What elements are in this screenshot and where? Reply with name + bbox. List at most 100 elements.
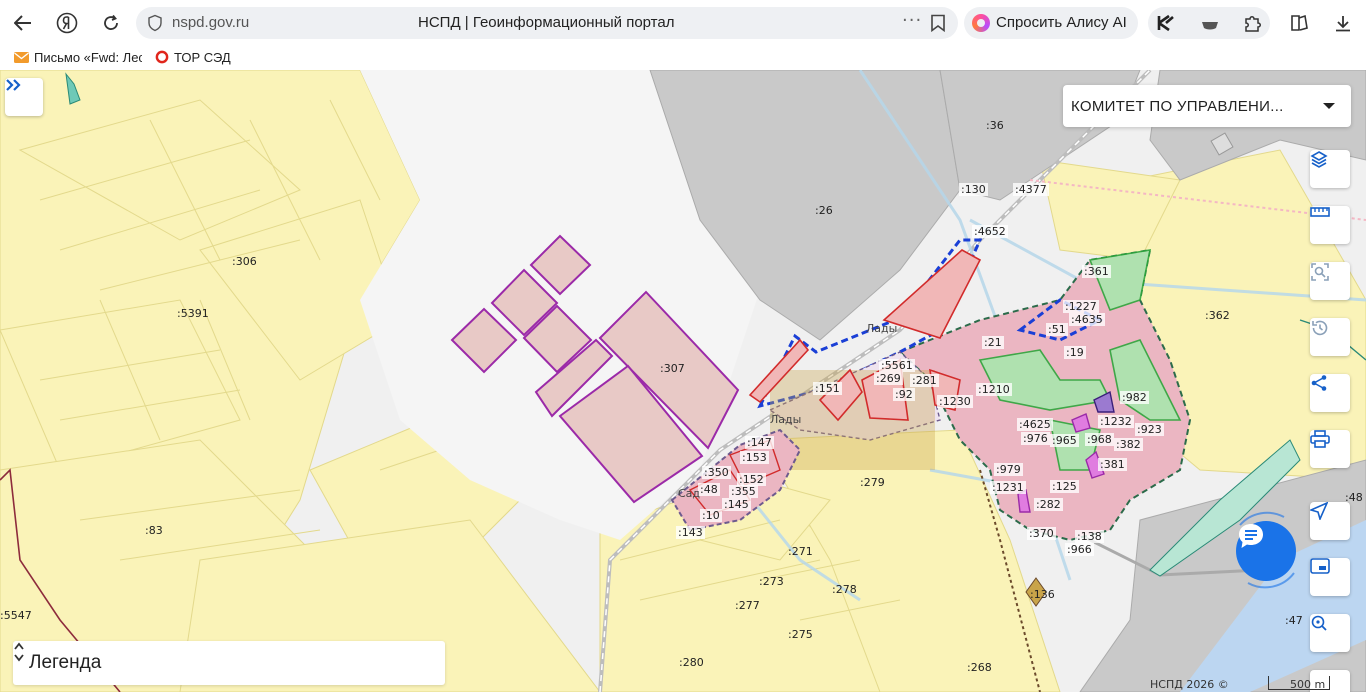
locate-button[interactable]	[1310, 502, 1350, 540]
parcel-label[interactable]: :147	[745, 436, 774, 449]
parcel-label[interactable]: :923	[1135, 423, 1164, 436]
parcel-label[interactable]: :350	[702, 466, 731, 479]
parcel-label[interactable]: :143	[676, 526, 705, 539]
k-extension-icon[interactable]	[1156, 13, 1176, 33]
parcel-label[interactable]: :1232	[1098, 415, 1134, 428]
parcel-label[interactable]: :362	[1205, 310, 1230, 321]
parcel-label[interactable]: :1210	[976, 383, 1012, 396]
parcel-label[interactable]: :10	[700, 509, 722, 522]
puzzle-icon[interactable]	[1242, 13, 1262, 33]
parcel-label[interactable]: :280	[679, 657, 704, 668]
share-button[interactable]	[1310, 374, 1350, 412]
yandex-button[interactable]	[52, 9, 82, 37]
parcel-label[interactable]: :976	[1021, 432, 1050, 445]
parcel-label[interactable]: :48	[1345, 492, 1363, 503]
parcel-label[interactable]: :269	[874, 372, 903, 385]
parcel-label[interactable]: :282	[1034, 498, 1063, 511]
parcel-label[interactable]: :5391	[177, 308, 209, 319]
parcel-label[interactable]: :277	[735, 600, 760, 611]
parcel-label[interactable]: :21	[982, 336, 1004, 349]
parcel-label[interactable]: :19	[1064, 346, 1086, 359]
search-location-icon	[1311, 615, 1327, 631]
parcel-label[interactable]: :382	[1114, 438, 1143, 451]
parcel-label[interactable]: :966	[1065, 543, 1094, 556]
chat-button[interactable]	[1236, 521, 1296, 581]
select-area-button[interactable]	[1310, 262, 1350, 300]
picture-in-picture-button[interactable]	[1310, 558, 1350, 596]
ask-alice-button[interactable]: Спросить Алису AI	[964, 7, 1138, 39]
parcel-label[interactable]: :271	[788, 546, 813, 557]
parcel-label[interactable]: :4652	[972, 225, 1008, 238]
hat-extension-icon[interactable]	[1200, 13, 1220, 33]
parcel-label[interactable]: :268	[967, 662, 992, 673]
locate-icon	[1310, 502, 1328, 520]
layers-button[interactable]	[1310, 150, 1350, 188]
parcel-label[interactable]: :145	[722, 498, 751, 511]
parcel-label[interactable]: :92	[893, 388, 915, 401]
parcel-label[interactable]: :968	[1085, 433, 1114, 446]
parcel-label[interactable]: :138	[1075, 530, 1104, 543]
search-location-button[interactable]	[1310, 614, 1350, 652]
parcel-label[interactable]: :83	[145, 525, 163, 536]
parcel-label[interactable]: :307	[660, 363, 685, 374]
parcel-label[interactable]: :281	[910, 374, 939, 387]
parcel-label[interactable]: :1227	[1063, 300, 1099, 313]
parcel-label[interactable]: :125	[1050, 480, 1079, 493]
layer-dropdown[interactable]: КОМИТЕТ ПО УПРАВЛЕНИ...	[1063, 85, 1351, 127]
parcel-label[interactable]: :381	[1098, 458, 1127, 471]
chevron-down-icon	[1323, 103, 1335, 109]
parcel-label[interactable]: :982	[1120, 391, 1149, 404]
parcel-label[interactable]: :47	[1285, 615, 1303, 626]
parcel-label[interactable]: :273	[759, 576, 784, 587]
chat-widget[interactable]	[1228, 507, 1304, 591]
parcel-label[interactable]: :130	[959, 183, 988, 196]
parcel-label[interactable]: :4377	[1013, 183, 1049, 196]
parcel-label[interactable]: :136	[1030, 589, 1055, 600]
parcel-label[interactable]: :279	[860, 477, 885, 488]
parcel-label[interactable]: :5547	[0, 610, 32, 621]
print-button[interactable]	[1310, 430, 1350, 468]
parcel-label[interactable]: :51	[1046, 323, 1068, 336]
bookmark-icon[interactable]	[930, 14, 946, 32]
legend-panel[interactable]: Легенда	[13, 641, 445, 685]
parcel-label[interactable]: :306	[232, 256, 257, 267]
parcel-label[interactable]: :361	[1082, 265, 1111, 278]
expand-collapse-icon	[14, 642, 24, 662]
parcel-label[interactable]: :4635	[1069, 313, 1105, 326]
extensions-group	[1148, 7, 1270, 39]
parcel-label[interactable]: :278	[832, 584, 857, 595]
downloads-button[interactable]	[1328, 9, 1358, 37]
parcel-label[interactable]: :979	[994, 463, 1023, 476]
reload-button[interactable]	[96, 9, 126, 37]
parcel-label[interactable]: :153	[740, 451, 769, 464]
double-chevron-right-icon	[6, 79, 21, 91]
bookmark-item-mail[interactable]: Письмо «Fwd: Лес	[14, 50, 142, 65]
shield-icon	[148, 14, 162, 32]
page-title: НСПД | Геоинформационный портал	[418, 14, 675, 31]
parcel-label[interactable]: :5561	[879, 359, 915, 372]
parcel-label[interactable]: :151	[813, 382, 842, 395]
parcel-label[interactable]: :370	[1027, 527, 1056, 540]
parcel-label[interactable]: :275	[788, 629, 813, 640]
parcel-label[interactable]: :4625	[1017, 418, 1053, 431]
parcel-label[interactable]: :1231	[990, 481, 1026, 494]
back-button[interactable]	[8, 9, 38, 37]
more-icon[interactable]: ···	[902, 10, 922, 31]
collections-button[interactable]	[1284, 9, 1314, 37]
ruler-icon	[1310, 207, 1330, 217]
expand-panel-button[interactable]	[5, 78, 43, 116]
parcel-label[interactable]: :26	[815, 205, 833, 216]
map-canvas[interactable]: :36 :130 :4377 :26 :4652 :306 :5391 :307…	[0, 70, 1366, 692]
parcel-label[interactable]: :36	[986, 120, 1004, 131]
parcel-label[interactable]: :1230	[937, 395, 973, 408]
bookmark-item-tor-sed[interactable]: ТОР СЭД	[155, 50, 231, 65]
ruler-button[interactable]	[1310, 206, 1350, 244]
parcel-label[interactable]: :965	[1050, 434, 1079, 447]
ask-alice-label: Спросить Алису AI	[996, 14, 1127, 31]
history-button[interactable]	[1310, 318, 1350, 356]
collections-icon	[1291, 14, 1308, 31]
place-label: Сад	[678, 487, 701, 500]
parcel-label[interactable]: :48	[698, 483, 720, 496]
address-bar[interactable]: nspd.gov.ru НСПД | Геоинформационный пор…	[136, 7, 958, 39]
parcel-label[interactable]: :355	[729, 485, 758, 498]
